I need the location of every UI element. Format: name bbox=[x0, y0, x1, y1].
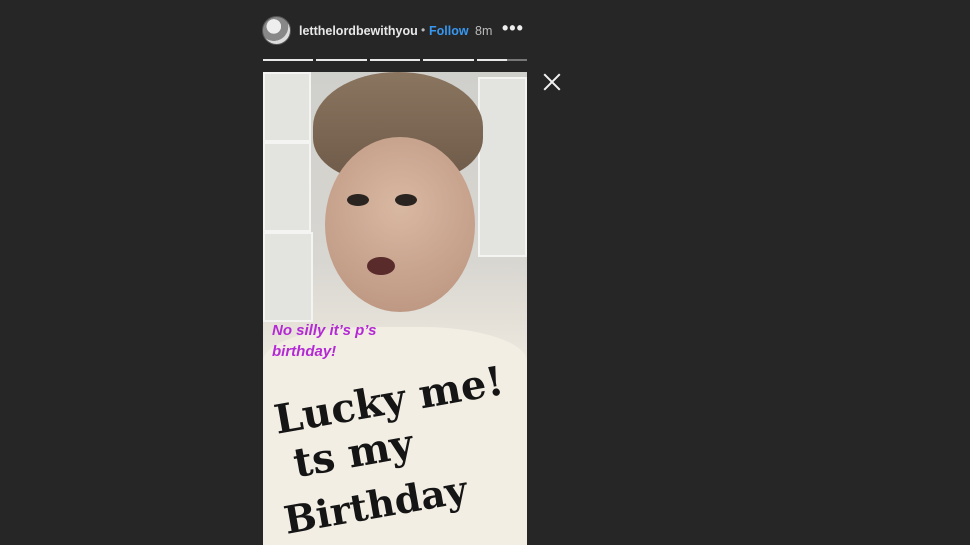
story-header: letthelordbewithyou • Follow 8m ••• bbox=[262, 16, 532, 46]
cabinet-panel bbox=[263, 142, 311, 232]
close-icon[interactable] bbox=[541, 71, 563, 93]
progress-segment bbox=[263, 59, 314, 61]
child-eye bbox=[347, 194, 369, 206]
child-mouth bbox=[367, 257, 395, 275]
follow-button[interactable]: Follow bbox=[429, 24, 469, 38]
username-link[interactable]: letthelordbewithyou bbox=[299, 24, 418, 38]
progress-segment bbox=[316, 59, 367, 61]
story-media[interactable]: No silly it’s p’s birthday! Lucky me! ts… bbox=[263, 72, 527, 545]
story-caption: No silly it’s p’s birthday! bbox=[272, 320, 442, 362]
timestamp: 8m bbox=[475, 24, 493, 38]
caption-line: No silly it’s p’s bbox=[272, 322, 377, 339]
child-eye bbox=[395, 194, 417, 206]
cabinet-panel bbox=[263, 72, 311, 142]
progress-segment-current bbox=[476, 59, 528, 61]
child-face bbox=[325, 137, 475, 312]
more-options-icon[interactable]: ••• bbox=[502, 18, 524, 39]
progress-segment bbox=[423, 59, 474, 61]
story-progress-bar bbox=[263, 59, 528, 61]
caption-line: birthday! bbox=[272, 343, 337, 360]
separator-dot: • bbox=[421, 23, 426, 37]
cabinet-panel bbox=[263, 232, 313, 322]
cabinet-panel bbox=[478, 77, 527, 257]
avatar[interactable] bbox=[262, 16, 291, 45]
progress-segment bbox=[369, 59, 421, 61]
